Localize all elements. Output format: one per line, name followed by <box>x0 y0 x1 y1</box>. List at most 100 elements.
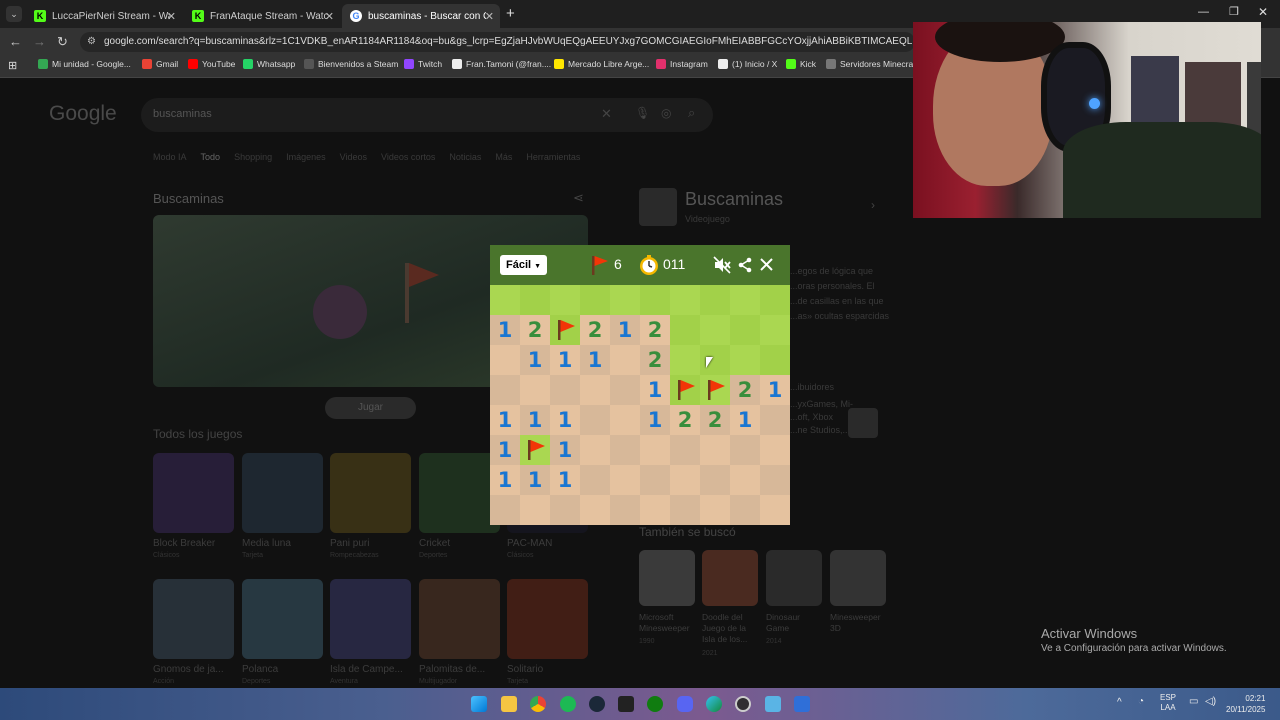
flagged-cell[interactable] <box>520 435 550 465</box>
board-cell[interactable] <box>580 375 610 405</box>
kp-chevron-icon[interactable]: › <box>871 198 875 212</box>
board-cell[interactable] <box>580 285 610 315</box>
board-cell[interactable] <box>610 435 640 465</box>
board-cell[interactable] <box>700 465 730 495</box>
bookmark-11[interactable]: Servidores Minecraf... <box>826 59 923 69</box>
reload-icon[interactable]: ↻ <box>57 34 68 50</box>
close-window-icon[interactable]: ✕ <box>1258 5 1268 19</box>
board-cell[interactable] <box>730 285 760 315</box>
edge-icon[interactable] <box>706 696 722 712</box>
also-searched-name[interactable]: Microsoft Minesweeper <box>639 612 697 634</box>
board-cell[interactable] <box>640 285 670 315</box>
flagged-cell[interactable] <box>670 375 700 405</box>
game-name[interactable]: Cricket <box>419 538 450 549</box>
board-cell[interactable] <box>610 495 640 525</box>
bookmark-7[interactable]: Mercado Libre Arge... <box>554 59 649 69</box>
board-cell[interactable] <box>760 345 790 375</box>
board-cell[interactable]: 1 <box>730 405 760 435</box>
game-tile[interactable] <box>153 453 234 533</box>
board-cell[interactable] <box>640 495 670 525</box>
board-cell[interactable] <box>550 495 580 525</box>
nav-imagenes[interactable]: Imágenes <box>286 152 326 162</box>
game-name[interactable]: Block Breaker <box>153 538 215 549</box>
game-name[interactable]: Gnomos de ja... <box>153 664 224 675</box>
nav-herramientas[interactable]: Herramientas <box>526 152 580 162</box>
board-cell[interactable] <box>490 375 520 405</box>
search-icon[interactable]: ⌕ <box>688 105 695 121</box>
app-icon[interactable] <box>794 696 810 712</box>
clear-icon[interactable]: ✕ <box>601 106 612 122</box>
board-cell[interactable]: 1 <box>490 465 520 495</box>
board-cell[interactable] <box>760 435 790 465</box>
board-cell[interactable] <box>760 465 790 495</box>
kp-developers[interactable]: ...yxGames, Mi- ...oft, Xbox ...ne Studios… <box>790 398 853 437</box>
camera-icon[interactable]: ◎ <box>661 106 671 120</box>
also-searched-thumbnail[interactable] <box>830 550 886 606</box>
bookmark-8[interactable]: Instagram <box>656 59 708 69</box>
tab-2[interactable]: G buscaminas - Buscar con Goog ✕ <box>342 4 500 28</box>
board-cell[interactable] <box>550 375 580 405</box>
board-cell[interactable]: 1 <box>610 315 640 345</box>
game-name[interactable]: Polanca <box>242 664 278 675</box>
google-logo[interactable]: Google <box>49 102 117 126</box>
start-icon[interactable] <box>471 696 487 712</box>
board-cell[interactable]: 1 <box>490 315 520 345</box>
game-tile[interactable] <box>507 579 588 659</box>
board-cell[interactable] <box>490 495 520 525</box>
board-cell[interactable] <box>760 285 790 315</box>
address-bar[interactable]: ⚙ google.com/search?q=buscaminas&rlz=1C1… <box>80 32 915 52</box>
discord-icon[interactable] <box>677 696 693 712</box>
nav-shopping[interactable]: Shopping <box>234 152 272 162</box>
board-cell[interactable] <box>700 435 730 465</box>
board-cell[interactable]: 1 <box>520 405 550 435</box>
also-searched-thumbnail[interactable] <box>766 550 822 606</box>
board-cell[interactable] <box>610 345 640 375</box>
board-cell[interactable] <box>730 345 760 375</box>
game-tile[interactable] <box>419 579 500 659</box>
game-tile[interactable] <box>153 579 234 659</box>
bookmark-5[interactable]: Twitch <box>404 59 442 69</box>
board-cell[interactable] <box>730 465 760 495</box>
nav-modo-ia[interactable]: Modo IA <box>153 152 187 162</box>
game-tile[interactable] <box>419 453 500 533</box>
board-cell[interactable] <box>670 465 700 495</box>
site-info-icon[interactable]: ⚙ <box>87 32 96 52</box>
apps-icon[interactable]: ⊞ <box>8 59 17 72</box>
bookmark-0[interactable]: Mi unidad - Google... <box>38 59 131 69</box>
minesweeper-board[interactable]: 122121112121111122111111 <box>490 285 790 525</box>
obs-icon[interactable] <box>735 696 751 712</box>
forward-icon[interactable]: → <box>33 34 46 49</box>
also-searched-name[interactable]: Doodle del Juego de la Isla de los... <box>702 612 760 645</box>
board-cell[interactable] <box>730 315 760 345</box>
language-indicator[interactable]: ESP LAA <box>1160 693 1176 713</box>
share-game-icon[interactable] <box>737 257 753 273</box>
board-cell[interactable]: 1 <box>550 345 580 375</box>
board-cell[interactable] <box>700 285 730 315</box>
board-cell[interactable]: 1 <box>550 435 580 465</box>
board-cell[interactable]: 1 <box>520 345 550 375</box>
wifi-icon[interactable]: ◔ <box>1138 696 1144 707</box>
board-cell[interactable] <box>730 495 760 525</box>
also-searched-thumbnail[interactable] <box>702 550 758 606</box>
bookmark-4[interactable]: Bienvenidos a Steam <box>304 59 398 69</box>
nav-mas[interactable]: Más <box>495 152 512 162</box>
game-name[interactable]: Isla de Campe... <box>330 664 403 675</box>
board-cell[interactable] <box>640 435 670 465</box>
board-cell[interactable] <box>670 495 700 525</box>
file-explorer-icon[interactable] <box>501 696 517 712</box>
game-name[interactable]: PAC-MAN <box>507 538 552 549</box>
microphone-icon[interactable]: 🎙 <box>635 106 650 120</box>
board-cell[interactable] <box>700 345 730 375</box>
close-tab-icon[interactable]: ✕ <box>325 10 334 23</box>
restore-icon[interactable]: ❐ <box>1229 5 1239 18</box>
notepad-icon[interactable] <box>765 696 781 712</box>
also-searched-name[interactable]: Minesweeper 3D <box>830 612 888 634</box>
game-tile[interactable] <box>330 453 411 533</box>
network-icon[interactable]: ▭ <box>1189 696 1198 707</box>
board-cell[interactable]: 1 <box>640 405 670 435</box>
new-tab-button[interactable]: + <box>506 5 515 22</box>
nav-videos[interactable]: Videos <box>340 152 367 162</box>
difficulty-dropdown[interactable]: Fácil ▼ <box>500 255 548 275</box>
chrome-icon[interactable] <box>530 696 546 712</box>
board-cell[interactable]: 1 <box>580 345 610 375</box>
